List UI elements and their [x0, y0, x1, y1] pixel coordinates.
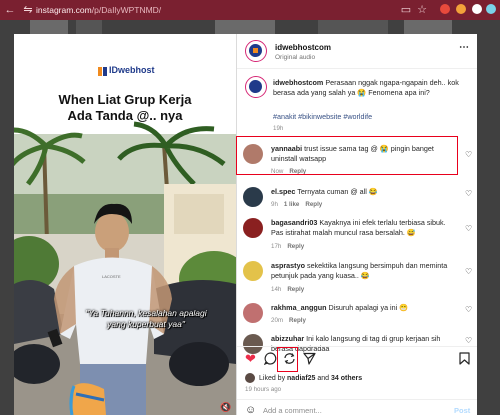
comment-meta: 9h 1 like Reply [271, 201, 322, 208]
share-icon[interactable] [303, 352, 316, 365]
comment-text: el.spec Ternyata cuman @ all 😂 [271, 187, 451, 197]
url-path: /p/DaIlyWPTNMD/ [91, 5, 162, 15]
comment-input[interactable]: Add a comment... [263, 406, 322, 415]
heart-filled-icon[interactable]: ❤ [245, 352, 256, 366]
bookmark-star-icon[interactable]: ☆ [414, 2, 430, 18]
comment-meta: 20m Reply [271, 317, 306, 324]
comment-item: asprastyo sekektika langsung bersimpuh d… [243, 259, 473, 295]
more-horizontal-icon[interactable]: ⋯ [459, 42, 470, 53]
post-button[interactable]: Post [454, 406, 470, 415]
author-avatar[interactable] [245, 40, 267, 62]
heart-outline-icon[interactable]: ♡ [465, 305, 472, 314]
browser-toolbar: ← ⇋ instagram.com/p/DaIlyWPTNMD/ ▭ ☆ [0, 0, 500, 20]
liker-avatar[interactable] [245, 373, 255, 383]
extension-icon[interactable] [472, 4, 482, 14]
post-detail-panel: idwebhostcom Original audio ⋯ idwebhostc… [236, 34, 477, 415]
likes-summary: Liked by nadiaf25 and 34 others [259, 374, 362, 384]
highlight-annotation [236, 136, 458, 175]
comment-icon[interactable] [264, 352, 277, 365]
caption-hashtags[interactable]: #anakit #bikinwebsite #worldife [273, 112, 372, 122]
background-thumbnail [76, 20, 102, 34]
mute-icon[interactable]: 🔇 [220, 402, 231, 413]
heart-outline-icon[interactable]: ♡ [465, 224, 472, 233]
post-modal: IDwebhost When Liat Grup Kerja Ada Tanda… [14, 34, 477, 415]
site-settings-icon[interactable]: ⇋ [20, 2, 36, 18]
comment-text: asprastyo sekektika langsung bersimpuh d… [271, 261, 451, 280]
post-media[interactable]: IDwebhost When Liat Grup Kerja Ada Tanda… [14, 34, 236, 415]
post-time: 19 hours ago [245, 386, 282, 393]
comment-item: el.spec Ternyata cuman @ all 😂 9h 1 like R… [243, 185, 473, 211]
comment-meta: 17h Reply [271, 243, 304, 250]
author-username[interactable]: idwebhostcom [275, 43, 331, 52]
audio-label[interactable]: Original audio [275, 54, 315, 61]
comment-avatar[interactable] [243, 218, 263, 238]
heart-outline-icon[interactable]: ♡ [465, 189, 472, 198]
brand-name: IDwebhost [109, 65, 155, 75]
comment-time: 14h [271, 286, 282, 293]
likes-and: and [317, 375, 330, 382]
comment-item: rakhma_anggun Disuruh apalagi ya ini 😁 2… [243, 301, 473, 327]
cast-icon[interactable]: ▭ [398, 2, 414, 18]
likes-prefix: Liked by [259, 375, 286, 382]
address-bar[interactable]: instagram.com/p/DaIlyWPTNMD/ [36, 3, 161, 17]
comment-avatar[interactable] [243, 303, 263, 323]
comment-avatar[interactable] [243, 261, 263, 281]
actions-divider [237, 346, 477, 347]
headline-line: When Liat Grup Kerja [58, 92, 192, 107]
idwebhost-logo [98, 67, 107, 76]
reply-link[interactable]: Reply [305, 201, 322, 208]
caption-text: idwebhostcom Perasaan nggak ngapa-ngapai… [273, 78, 465, 97]
heart-outline-icon[interactable]: ♡ [465, 267, 472, 276]
likes-others[interactable]: 34 others [331, 375, 362, 382]
background-thumbnail [30, 20, 68, 34]
shirt-logo-text: LACOSTE [102, 274, 121, 279]
highlight-annotation [277, 347, 298, 372]
comment-text: rakhma_anggun Disuruh apalagi ya ini 😁 [271, 303, 451, 313]
like-count[interactable]: 1 like [284, 201, 299, 208]
comment-username[interactable]: el.spec [271, 187, 295, 196]
emoji-icon[interactable]: ☺ [245, 404, 256, 415]
reply-link[interactable]: Reply [289, 317, 306, 324]
url-host: instagram.com [36, 5, 92, 15]
header-divider [237, 68, 477, 69]
comment-username[interactable]: rakhma_anggun [271, 303, 327, 312]
reply-link[interactable]: Reply [287, 243, 304, 250]
heart-outline-icon[interactable]: ♡ [465, 336, 472, 345]
background-thumbnail [318, 20, 388, 34]
comment-username[interactable]: bagasandri03 [271, 218, 317, 227]
comment-time: 20m [271, 317, 284, 324]
video-subtitle: "Ya Tuhannn, kesalahan apalagi yang kupe… [46, 308, 236, 330]
headline-line: Ada Tanda @.. nya [67, 108, 183, 123]
back-icon[interactable]: ← [2, 2, 18, 18]
liker-username[interactable]: nadiaf25 [287, 375, 315, 382]
background-thumbnail [215, 20, 275, 34]
reply-link[interactable]: Reply [287, 286, 304, 293]
extension-icon[interactable] [456, 4, 466, 14]
subtitle-line: "Ya Tuhannn, kesalahan apalagi [85, 308, 207, 318]
extension-icon[interactable] [486, 4, 496, 14]
extension-icon[interactable] [440, 4, 450, 14]
comment-meta: 14h Reply [271, 286, 304, 293]
heart-outline-icon[interactable]: ♡ [465, 150, 472, 159]
caption-avatar[interactable] [245, 76, 267, 98]
comment-username[interactable]: asprastyo [271, 261, 305, 270]
comment-username[interactable]: abizzuhar [271, 334, 304, 343]
comment-time: 9h [271, 201, 278, 208]
background-thumbnail [404, 20, 452, 34]
comment-text: bagasandri03 Kayaknya ini efek terlalu t… [271, 218, 451, 237]
comment-time: 17h [271, 243, 282, 250]
comment-item: bagasandri03 Kayaknya ini efek terlalu t… [243, 216, 473, 252]
comment-body: Ternyata cuman @ all 😂 [297, 187, 378, 196]
comment-text: abizzuhar Ini kalo langsung di tag di gr… [271, 334, 451, 353]
media-headline: When Liat Grup Kerja Ada Tanda @.. nya [24, 92, 226, 124]
caption-username[interactable]: idwebhostcom [273, 78, 323, 87]
bookmark-icon[interactable] [459, 352, 470, 365]
composer-divider [237, 399, 477, 400]
caption-time: 19h [273, 125, 284, 132]
subtitle-line: yang kuperbuat yaa" [107, 319, 185, 329]
comment-avatar[interactable] [243, 187, 263, 207]
comment-body: Disuruh apalagi ya ini 😁 [328, 303, 409, 312]
